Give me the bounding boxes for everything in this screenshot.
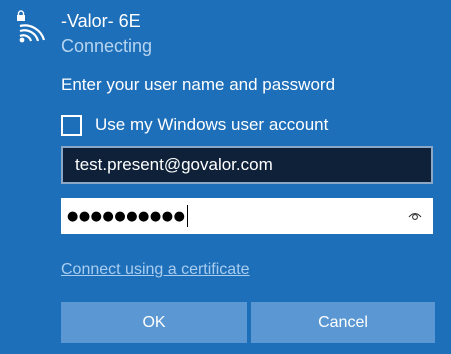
text-caret <box>187 205 189 227</box>
use-windows-account-label: Use my Windows user account <box>95 115 329 134</box>
password-input[interactable]: ●●●●●●●●●● <box>61 198 433 234</box>
use-windows-account-checkbox[interactable] <box>61 114 82 136</box>
connection-status: Connecting <box>61 36 153 56</box>
credentials-prompt: Enter your user name and password <box>61 75 336 94</box>
eye-icon[interactable] <box>408 210 422 222</box>
connect-certificate-link[interactable]: Connect using a certificate <box>61 259 250 281</box>
username-input[interactable]: test.present@govalor.com <box>61 146 433 184</box>
ok-button[interactable]: OK <box>61 302 247 343</box>
wifi-credentials-panel: -Valor- 6E Connecting Enter your user na… <box>0 0 451 354</box>
cancel-button[interactable]: Cancel <box>251 302 435 343</box>
use-windows-account-option[interactable]: Use my Windows user account <box>61 112 328 138</box>
username-value: test.present@govalor.com <box>75 155 273 174</box>
password-masked-value: ●●●●●●●●●● <box>67 208 186 224</box>
network-name: -Valor- 6E <box>61 11 141 31</box>
wifi-secured-icon <box>17 10 46 43</box>
